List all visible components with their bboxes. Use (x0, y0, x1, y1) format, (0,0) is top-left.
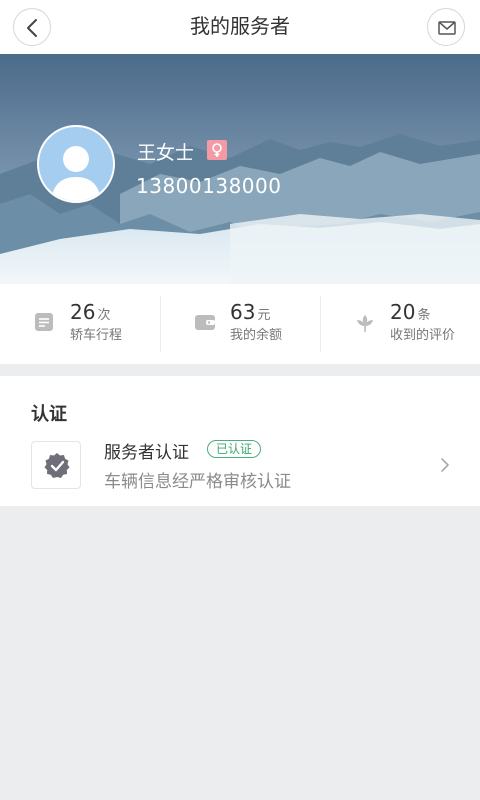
service-certification-item[interactable]: 服务者认证 已认证 车辆信息经严格审核认证 (0, 434, 480, 496)
certification-name: 服务者认证 (104, 443, 189, 463)
stat-label: 轿车行程 (70, 328, 123, 343)
avatar[interactable] (37, 125, 115, 203)
user-phone: 13800138000 (136, 174, 282, 198)
top-bar: 我的服务者 (0, 0, 480, 54)
certification-card: 认证 服务者认证 已认证 车辆信息经严格审核认证 (0, 376, 480, 506)
chevron-right-icon (441, 458, 449, 472)
stat-reviews[interactable]: 20 条 收到的评价 (320, 284, 480, 364)
user-name: 王女士 (137, 142, 195, 164)
stat-label: 收到的评价 (390, 328, 456, 343)
message-button[interactable] (427, 8, 465, 46)
mail-icon (438, 21, 456, 35)
person-silhouette-icon (51, 146, 101, 201)
profile-banner: 王女士 13800138000 (0, 54, 480, 284)
page-title: 我的服务者 (190, 14, 290, 38)
certification-description: 车辆信息经严格审核认证 (104, 472, 291, 492)
list-icon (35, 313, 53, 331)
flower-icon (357, 315, 373, 332)
stat-value: 20 条 (390, 300, 431, 324)
stat-label: 我的余额 (230, 328, 283, 343)
stat-trips[interactable]: 26 次 轿车行程 (0, 284, 160, 364)
verified-badge: 已认证 (207, 440, 262, 458)
wallet-icon (195, 315, 215, 330)
stats-bar: 26 次 轿车行程 63 元 我的余额 20 条 收到的评价 (0, 284, 480, 364)
stat-value: 63 元 (230, 300, 271, 324)
section-title: 认证 (31, 404, 67, 425)
stat-balance[interactable]: 63 元 我的余额 (160, 284, 320, 364)
female-gender-icon (207, 140, 227, 160)
stat-value: 26 次 (70, 300, 111, 324)
verified-seal-icon (31, 441, 81, 489)
